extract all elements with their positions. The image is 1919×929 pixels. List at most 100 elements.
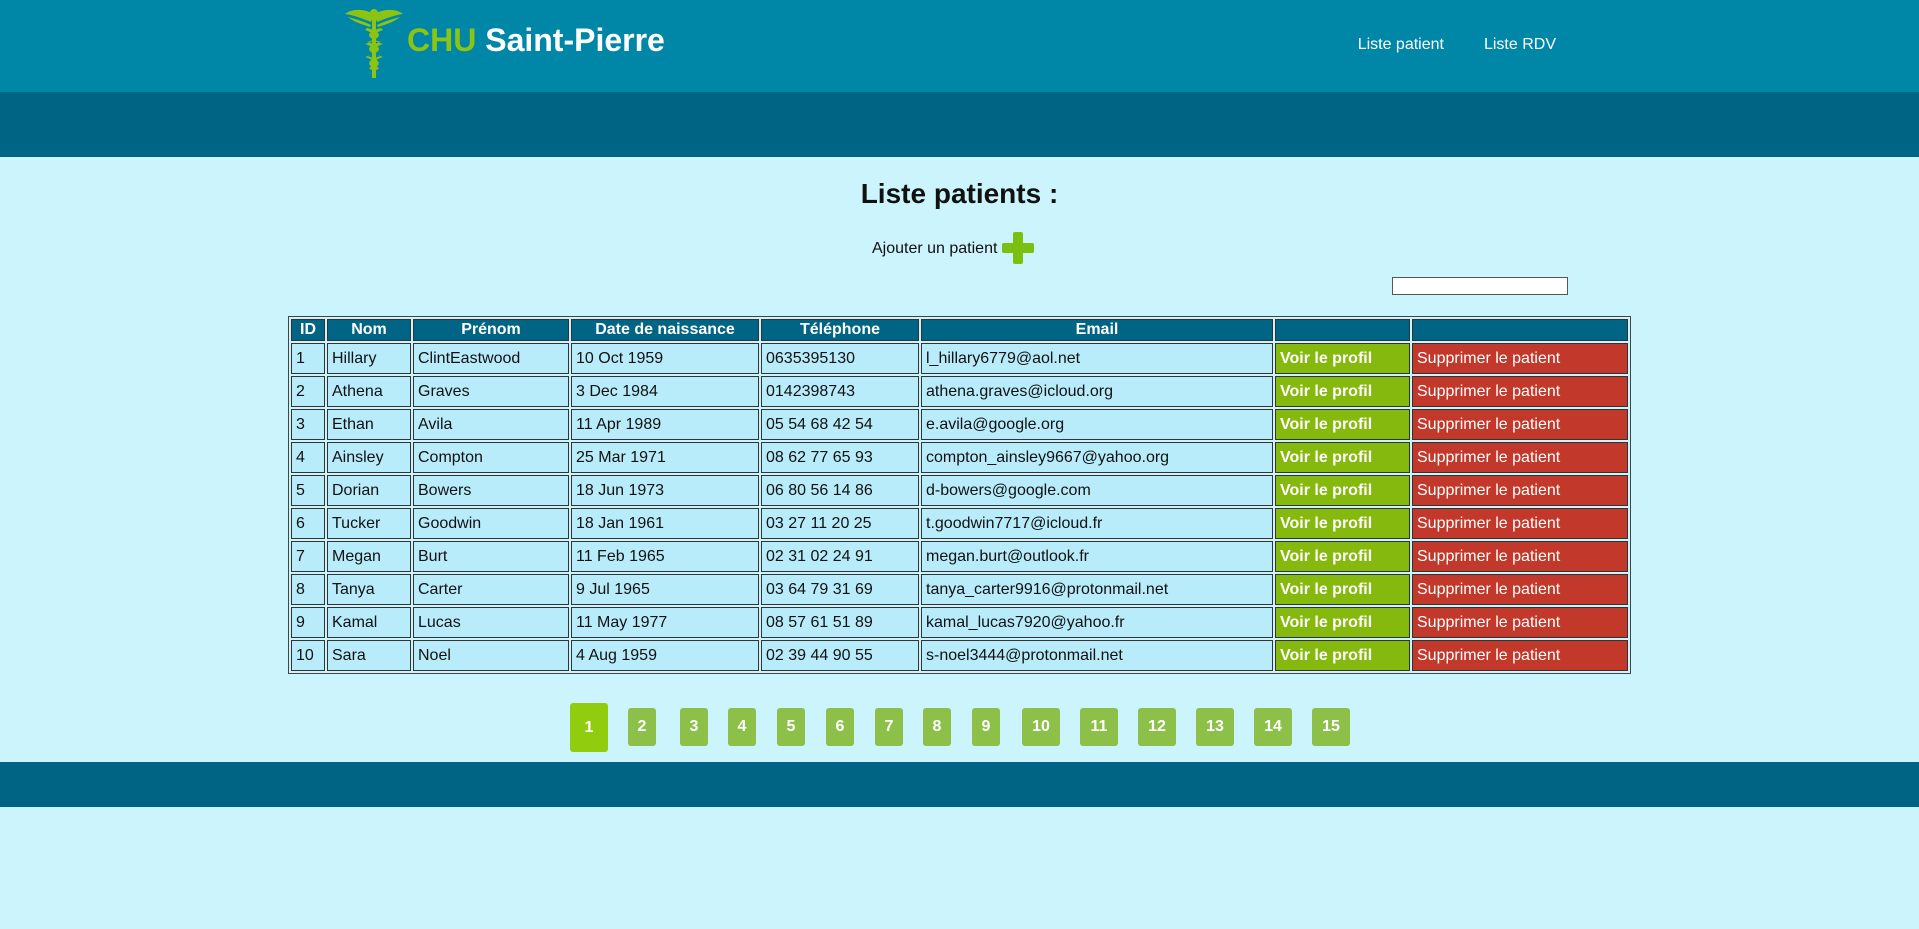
logo[interactable]: CHU Saint-Pierre xyxy=(343,6,665,82)
header-email: Email xyxy=(921,319,1273,341)
page-button-14[interactable]: 14 xyxy=(1254,708,1292,746)
cell-prenom: Goodwin xyxy=(413,508,569,539)
page-button-6[interactable]: 6 xyxy=(826,708,854,746)
cell-telephone: 08 62 77 65 93 xyxy=(761,442,919,473)
page-button-4[interactable]: 4 xyxy=(728,708,756,746)
cell-prenom: ClintEastwood xyxy=(413,343,569,374)
header-id: ID xyxy=(291,319,325,341)
page-button-5[interactable]: 5 xyxy=(777,708,805,746)
patients-table: ID Nom Prénom Date de naissance Téléphon… xyxy=(288,316,1631,674)
page-button-9[interactable]: 9 xyxy=(972,708,1000,746)
cell-id: 10 xyxy=(291,640,325,671)
brand-part1: CHU xyxy=(407,21,477,58)
header-nom: Nom xyxy=(327,319,411,341)
view-profile-button[interactable]: Voir le profil xyxy=(1275,409,1410,440)
delete-patient-button[interactable]: Supprimer le patient xyxy=(1412,607,1628,638)
delete-patient-button[interactable]: Supprimer le patient xyxy=(1412,343,1628,374)
table-row: 9 Kamal Lucas 11 May 1977 08 57 61 51 89 kama… xyxy=(291,607,1628,638)
view-profile-button[interactable]: Voir le profil xyxy=(1275,343,1410,374)
delete-patient-button[interactable]: Supprimer le patient xyxy=(1412,541,1628,572)
cell-date-naissance: 18 Jun 1973 xyxy=(571,475,759,506)
cell-id: 8 xyxy=(291,574,325,605)
delete-patient-button[interactable]: Supprimer le patient xyxy=(1412,409,1628,440)
cell-nom: Ainsley xyxy=(327,442,411,473)
cell-email: megan.burt@outlook.fr xyxy=(921,541,1273,572)
page-button-11[interactable]: 11 xyxy=(1080,708,1118,746)
cell-id: 2 xyxy=(291,376,325,407)
cell-id: 7 xyxy=(291,541,325,572)
header-view-action xyxy=(1275,319,1410,341)
view-profile-button[interactable]: Voir le profil xyxy=(1275,607,1410,638)
table-row: 5 Dorian Bowers 18 Jun 1973 06 80 56 14 86 d-… xyxy=(291,475,1628,506)
cell-email: d-bowers@google.com xyxy=(921,475,1273,506)
cell-prenom: Lucas xyxy=(413,607,569,638)
page-button-3[interactable]: 3 xyxy=(680,708,708,746)
cell-email: e.avila@google.org xyxy=(921,409,1273,440)
view-profile-button[interactable]: Voir le profil xyxy=(1275,442,1410,473)
cell-prenom: Compton xyxy=(413,442,569,473)
nav-liste-patient[interactable]: Liste patient xyxy=(1358,36,1444,54)
page-button-10[interactable]: 10 xyxy=(1022,708,1060,746)
cell-nom: Sara xyxy=(327,640,411,671)
brand-title: CHU Saint-Pierre xyxy=(407,22,665,59)
cell-date-naissance: 11 Feb 1965 xyxy=(571,541,759,572)
cell-nom: Dorian xyxy=(327,475,411,506)
cell-nom: Tucker xyxy=(327,508,411,539)
table-row: 10 Sara Noel 4 Aug 1959 02 39 44 90 55 s-noel… xyxy=(291,640,1628,671)
cell-nom: Megan xyxy=(327,541,411,572)
cell-id: 5 xyxy=(291,475,325,506)
view-profile-button[interactable]: Voir le profil xyxy=(1275,574,1410,605)
delete-patient-button[interactable]: Supprimer le patient xyxy=(1412,475,1628,506)
page-button-1[interactable]: 1 xyxy=(570,703,608,752)
nav-liste-rdv[interactable]: Liste RDV xyxy=(1484,36,1556,54)
page-button-13[interactable]: 13 xyxy=(1196,708,1234,746)
header-prenom: Prénom xyxy=(413,319,569,341)
view-profile-button[interactable]: Voir le profil xyxy=(1275,541,1410,572)
delete-patient-button[interactable]: Supprimer le patient xyxy=(1412,442,1628,473)
cell-nom: Athena xyxy=(327,376,411,407)
footer xyxy=(0,762,1919,807)
cell-nom: Kamal xyxy=(327,607,411,638)
cell-prenom: Carter xyxy=(413,574,569,605)
delete-patient-button[interactable]: Supprimer le patient xyxy=(1412,376,1628,407)
header: CHU Saint-Pierre Liste patient Liste RDV xyxy=(0,0,1919,92)
view-profile-button[interactable]: Voir le profil xyxy=(1275,475,1410,506)
cell-telephone: 02 31 02 24 91 xyxy=(761,541,919,572)
cell-date-naissance: 18 Jan 1961 xyxy=(571,508,759,539)
add-patient-row: Ajouter un patient xyxy=(0,232,1919,272)
search-input[interactable] xyxy=(1392,277,1568,295)
cell-prenom: Graves xyxy=(413,376,569,407)
header-delete-action xyxy=(1412,319,1628,341)
cell-telephone: 03 64 79 31 69 xyxy=(761,574,919,605)
view-profile-button[interactable]: Voir le profil xyxy=(1275,508,1410,539)
add-patient-label[interactable]: Ajouter un patient xyxy=(872,240,997,258)
delete-patient-button[interactable]: Supprimer le patient xyxy=(1412,640,1628,671)
delete-patient-button[interactable]: Supprimer le patient xyxy=(1412,574,1628,605)
cell-date-naissance: 4 Aug 1959 xyxy=(571,640,759,671)
plus-icon[interactable] xyxy=(1002,232,1034,264)
cell-telephone: 02 39 44 90 55 xyxy=(761,640,919,671)
cell-telephone: 05 54 68 42 54 xyxy=(761,409,919,440)
page-button-12[interactable]: 12 xyxy=(1138,708,1176,746)
view-profile-button[interactable]: Voir le profil xyxy=(1275,376,1410,407)
header-date-naissance: Date de naissance xyxy=(571,319,759,341)
view-profile-button[interactable]: Voir le profil xyxy=(1275,640,1410,671)
cell-telephone: 0142398743 xyxy=(761,376,919,407)
cell-email: compton_ainsley9667@yahoo.org xyxy=(921,442,1273,473)
page-button-15[interactable]: 15 xyxy=(1312,708,1350,746)
cell-telephone: 03 27 11 20 25 xyxy=(761,508,919,539)
cell-date-naissance: 10 Oct 1959 xyxy=(571,343,759,374)
cell-prenom: Bowers xyxy=(413,475,569,506)
cell-prenom: Burt xyxy=(413,541,569,572)
table-row: 3 Ethan Avila 11 Apr 1989 05 54 68 42 54 e.av… xyxy=(291,409,1628,440)
sub-header-bar xyxy=(0,92,1919,157)
page-button-2[interactable]: 2 xyxy=(628,708,656,746)
cell-email: s-noel3444@protonmail.net xyxy=(921,640,1273,671)
cell-id: 1 xyxy=(291,343,325,374)
page-button-7[interactable]: 7 xyxy=(875,708,903,746)
page-button-8[interactable]: 8 xyxy=(923,708,951,746)
cell-date-naissance: 9 Jul 1965 xyxy=(571,574,759,605)
cell-date-naissance: 11 Apr 1989 xyxy=(571,409,759,440)
delete-patient-button[interactable]: Supprimer le patient xyxy=(1412,508,1628,539)
cell-id: 6 xyxy=(291,508,325,539)
